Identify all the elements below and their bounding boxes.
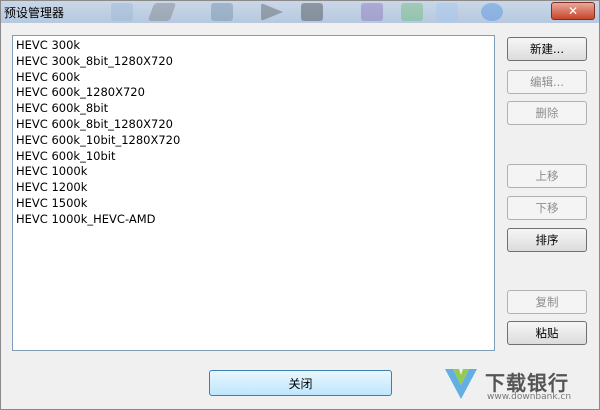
list-item[interactable]: HEVC 600k_8bit [16,101,491,117]
new-button[interactable]: 新建... [507,37,587,61]
ghost-icon [147,3,177,21]
paste-button[interactable]: 粘贴 [507,321,587,345]
downbank-watermark: 下载银行 www.downbank.cn [443,365,593,405]
ghost-icon [211,3,233,21]
list-item[interactable]: HEVC 600k_10bit_1280X720 [16,133,491,149]
window-close-button[interactable]: ✕ [551,2,595,20]
ghost-icon [301,3,323,21]
list-item[interactable]: HEVC 1500k [16,196,491,212]
title-bar[interactable]: 预设管理器 ✕ [1,1,599,23]
wrench-icon [436,3,458,21]
ghost-icon [361,3,383,21]
list-item[interactable]: HEVC 600k_1280X720 [16,85,491,101]
close-button[interactable]: 关闭 [209,370,392,396]
ghost-icon [111,3,133,21]
delete-button[interactable]: 删除 [507,101,587,125]
list-item[interactable]: HEVC 1000k_HEVC-AMD [16,212,491,228]
list-item[interactable]: HEVC 600k_8bit_1280X720 [16,117,491,133]
background-toolbar-icons [101,1,521,23]
sort-button[interactable]: 排序 [507,228,587,252]
list-item[interactable]: HEVC 600k [16,70,491,86]
preset-manager-window: 预设管理器 ✕ HEVC 300k HEVC 300k_8bit_1280X72… [0,0,600,410]
play-icon [261,3,283,21]
ghost-icon [401,3,423,21]
preset-list[interactable]: HEVC 300k HEVC 300k_8bit_1280X720 HEVC 6… [12,35,495,351]
move-down-button[interactable]: 下移 [507,196,587,220]
list-item[interactable]: HEVC 600k_10bit [16,149,491,165]
move-up-button[interactable]: 上移 [507,164,587,188]
list-item[interactable]: HEVC 1000k [16,164,491,180]
window-title: 预设管理器 [4,6,65,20]
list-item[interactable]: HEVC 300k_8bit_1280X720 [16,54,491,70]
downbank-logo-icon [445,369,477,399]
copy-button[interactable]: 复制 [507,290,587,314]
watermark-url: www.downbank.cn [487,392,572,402]
close-icon: ✕ [567,4,579,18]
list-item[interactable]: HEVC 1200k [16,180,491,196]
edit-button[interactable]: 编辑... [507,70,587,94]
globe-icon [481,3,503,21]
list-item[interactable]: HEVC 300k [16,38,491,54]
